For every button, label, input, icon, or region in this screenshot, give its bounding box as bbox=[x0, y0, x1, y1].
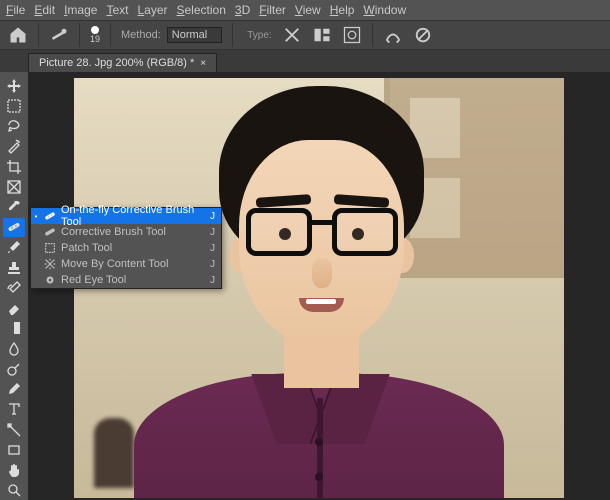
rectangle-tool[interactable] bbox=[3, 440, 25, 459]
bandage-icon bbox=[43, 209, 57, 223]
image-teeth bbox=[306, 299, 336, 304]
separator bbox=[372, 23, 373, 47]
image-nose bbox=[312, 258, 332, 288]
method-control: Method: Normal bbox=[121, 27, 222, 43]
gradient-tool[interactable] bbox=[3, 319, 25, 338]
diffusion-icon[interactable] bbox=[413, 25, 433, 45]
flyout-shortcut: J bbox=[210, 259, 215, 270]
brush-size-value: 19 bbox=[90, 34, 100, 44]
menu-image[interactable]: Image bbox=[64, 3, 97, 17]
brush-size-picker[interactable]: 19 bbox=[90, 26, 100, 44]
home-button[interactable] bbox=[8, 25, 28, 45]
flyout-item[interactable]: •On-the-fly Corrective Brush ToolJ bbox=[31, 208, 221, 224]
hand-tool[interactable] bbox=[3, 460, 25, 479]
separator bbox=[232, 23, 233, 47]
document-tab[interactable]: Picture 28. Jpg 200% (RGB/8) * × bbox=[28, 53, 217, 72]
path-select-tool[interactable] bbox=[3, 420, 25, 439]
menu-window[interactable]: Window bbox=[363, 3, 406, 17]
tool-palette bbox=[0, 72, 28, 500]
flyout-shortcut: J bbox=[210, 275, 215, 286]
tool-flyout-menu: •On-the-fly Corrective Brush ToolJCorrec… bbox=[30, 207, 222, 289]
flyout-item-label: Patch Tool bbox=[61, 242, 112, 254]
sample-all-layers[interactable] bbox=[342, 25, 362, 45]
flyout-item[interactable]: Red Eye Tool J bbox=[31, 272, 221, 288]
history-brush-tool[interactable] bbox=[3, 278, 25, 297]
flyout-item[interactable]: Move By Content Tool J bbox=[31, 256, 221, 272]
flyout-item-label: Corrective Brush Tool bbox=[61, 226, 166, 238]
clone-stamp-tool[interactable] bbox=[3, 258, 25, 277]
pen-tool[interactable] bbox=[3, 380, 25, 399]
method-select[interactable]: Normal bbox=[167, 27, 222, 43]
patch-icon bbox=[43, 241, 57, 255]
menu-layer[interactable]: Layer bbox=[137, 3, 167, 17]
marquee-tool[interactable] bbox=[3, 96, 25, 115]
eraser-tool[interactable] bbox=[3, 299, 25, 318]
document-tab-bar: Picture 28. Jpg 200% (RGB/8) * × bbox=[0, 50, 610, 72]
frame-tool[interactable] bbox=[3, 177, 25, 196]
flyout-shortcut: J bbox=[210, 211, 215, 222]
close-icon[interactable]: × bbox=[200, 58, 206, 69]
brush-preview-icon bbox=[91, 26, 99, 34]
separator bbox=[38, 23, 39, 47]
magic-wand-tool[interactable] bbox=[3, 137, 25, 156]
image-button bbox=[315, 438, 323, 446]
options-toolbar: 19 Method: Normal Type: bbox=[0, 20, 610, 50]
menu-filter[interactable]: Filter bbox=[259, 3, 286, 17]
redeye-icon bbox=[43, 273, 57, 287]
image-button bbox=[315, 473, 323, 481]
move-tool[interactable] bbox=[3, 76, 25, 95]
flyout-shortcut: J bbox=[210, 243, 215, 254]
flyout-item-label: Move By Content Tool bbox=[61, 258, 168, 270]
eyedropper-tool[interactable] bbox=[3, 197, 25, 216]
type-tool[interactable] bbox=[3, 400, 25, 419]
brush-tool[interactable] bbox=[3, 238, 25, 257]
menu-selection[interactable]: Selection bbox=[176, 3, 225, 17]
flyout-item-label: Red Eye Tool bbox=[61, 274, 126, 286]
flyout-item[interactable]: Corrective Brush Tool J bbox=[31, 224, 221, 240]
separator bbox=[110, 23, 111, 47]
healing-brush-tool[interactable] bbox=[3, 218, 25, 237]
menu-help[interactable]: Help bbox=[330, 3, 355, 17]
pressure-icon[interactable] bbox=[383, 25, 403, 45]
menu-bar: File Edit Image Text Layer Selection 3D … bbox=[0, 0, 610, 20]
movecontent-icon bbox=[43, 257, 57, 271]
zoom-tool[interactable] bbox=[3, 481, 25, 500]
separator bbox=[79, 23, 80, 47]
crop-tool[interactable] bbox=[3, 157, 25, 176]
blur-tool[interactable] bbox=[3, 339, 25, 358]
method-label: Method: bbox=[121, 29, 161, 41]
type-label: Type: bbox=[247, 30, 271, 41]
image-placket bbox=[317, 398, 323, 498]
image-glasses bbox=[246, 208, 398, 256]
flyout-shortcut: J bbox=[210, 227, 215, 238]
menu-text[interactable]: Text bbox=[106, 3, 128, 17]
document-tab-title: Picture 28. Jpg 200% (RGB/8) * bbox=[39, 57, 194, 69]
lasso-tool[interactable] bbox=[3, 116, 25, 135]
menu-file[interactable]: File bbox=[6, 3, 25, 17]
type-option-a[interactable] bbox=[282, 25, 302, 45]
image-bg-person bbox=[94, 418, 134, 488]
tool-preset-icon[interactable] bbox=[49, 25, 69, 45]
type-option-b[interactable] bbox=[312, 25, 332, 45]
active-indicator-icon: • bbox=[33, 212, 39, 221]
dodge-tool[interactable] bbox=[3, 359, 25, 378]
menu-3d[interactable]: 3D bbox=[235, 3, 250, 17]
menu-edit[interactable]: Edit bbox=[34, 3, 55, 17]
bandage2-icon bbox=[43, 225, 57, 239]
menu-view[interactable]: View bbox=[295, 3, 321, 17]
flyout-item[interactable]: Patch Tool J bbox=[31, 240, 221, 256]
